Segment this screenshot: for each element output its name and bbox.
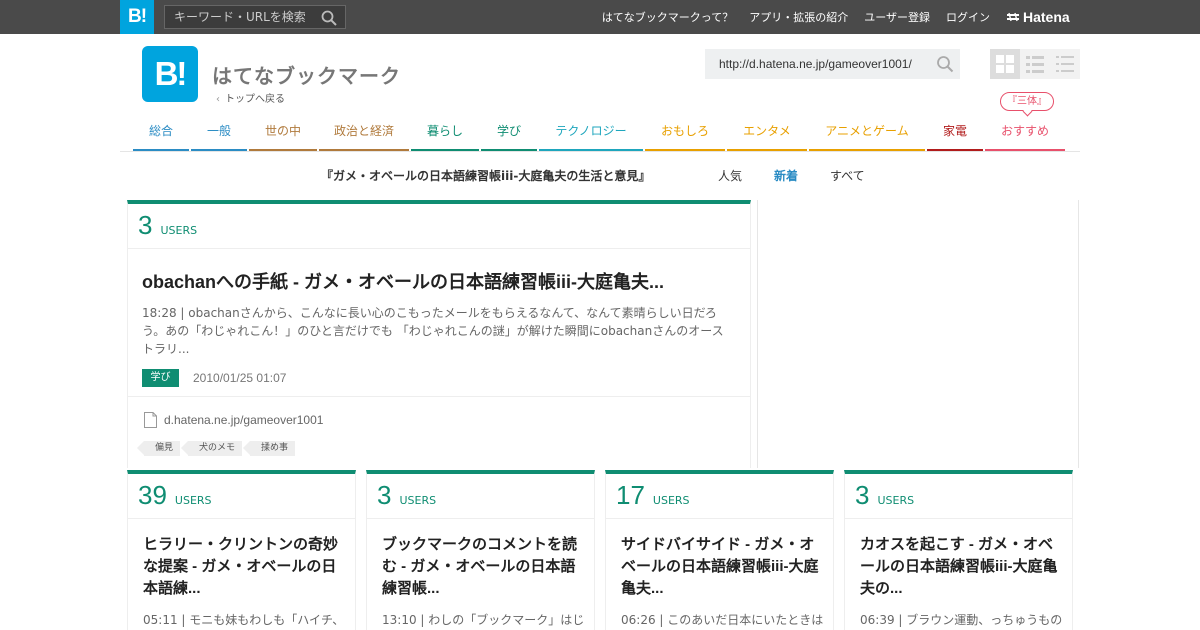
global-top-bar: B! はてなブックマークって？ アプリ・拡張の紹介 ユーザー登録 ログイン Ha… — [0, 0, 1200, 34]
category-tab-game[interactable]: アニメとゲーム — [809, 115, 925, 151]
entry-date: 2010/01/25 01:07 — [193, 371, 287, 385]
hatena-mark-icon — [1007, 12, 1019, 22]
tag[interactable]: 偏見 — [136, 441, 181, 456]
global-search-box[interactable] — [164, 5, 346, 29]
category-tab-entertainment[interactable]: エンタメ — [727, 115, 807, 151]
users-label: USERS — [652, 494, 690, 507]
about-link[interactable]: はてなブックマークって？ — [602, 9, 733, 25]
list-view-button[interactable] — [1020, 49, 1050, 79]
hatena-logo[interactable]: Hatena — [1006, 8, 1070, 26]
users-count[interactable]: 3 USERS — [138, 210, 197, 241]
users-count[interactable]: 17 USERS — [616, 480, 690, 511]
category-tab-world[interactable]: 世の中 — [249, 115, 317, 151]
grid-view-button[interactable] — [990, 49, 1020, 79]
grid-icon — [996, 55, 1014, 73]
brand-logo[interactable]: B! — [142, 46, 198, 102]
entry-description: 18:28 | obachanさんから、こんなに長い心のこもったメールをもらえる… — [142, 306, 724, 356]
category-tab-knowledge[interactable]: 学び — [481, 115, 537, 151]
users-label: USERS — [160, 224, 198, 237]
register-link[interactable]: ユーザー登録 — [864, 9, 930, 25]
side-panel — [757, 200, 1079, 468]
card-divider — [367, 518, 594, 519]
tab-new[interactable]: 新着 — [774, 167, 798, 184]
apps-link[interactable]: アプリ・拡張の紹介 — [749, 9, 848, 25]
users-number: 17 — [616, 480, 645, 510]
category-tab-social[interactable]: 一般 — [191, 115, 247, 151]
tab-popular[interactable]: 人気 — [718, 167, 742, 184]
url-search-box[interactable] — [705, 49, 960, 79]
users-number: 3 — [855, 480, 870, 510]
entry-title[interactable]: ヒラリー・クリントンの奇妙な提案 - ガメ・オベールの日本語練... — [143, 534, 348, 600]
tag-list: 偏見 犬のメモ 揉め事 — [136, 441, 303, 456]
users-number: 39 — [138, 480, 167, 510]
entry-card: 3 USERS カオスを起こす - ガメ・オベールの日本語練習帳iii-大庭亀夫… — [844, 470, 1073, 630]
url-input[interactable] — [705, 49, 920, 79]
entry-card-main: 3 USERS obachanへの手紙 - ガメ・オベールの日本語練習帳iii-… — [127, 200, 751, 468]
users-label: USERS — [399, 494, 437, 507]
tag[interactable]: 揉め事 — [243, 441, 296, 456]
entry-card: 39 USERS ヒラリー・クリントンの奇妙な提案 - ガメ・オベールの日本語練… — [127, 470, 356, 630]
compact-view-button[interactable] — [1050, 49, 1080, 79]
global-search-input[interactable] — [165, 6, 315, 28]
entry-description: 06:26 | このあいだ日本にいたときは — [621, 613, 824, 627]
global-links: はてなブックマークって？ アプリ・拡張の紹介 ユーザー登録 ログイン — [586, 0, 990, 34]
users-count[interactable]: 39 USERS — [138, 480, 212, 511]
category-divider — [120, 151, 1080, 152]
hatena-wordmark: Hatena — [1023, 9, 1070, 25]
category-tab-life[interactable]: 暮らし — [411, 115, 479, 151]
compact-list-icon — [1056, 56, 1074, 72]
entry-title[interactable]: サイドバイサイド - ガメ・オベールの日本語練習帳iii-大庭亀夫... — [621, 534, 826, 600]
document-icon — [144, 412, 157, 428]
card-divider — [128, 396, 750, 397]
entry-title[interactable]: ブックマークのコメントを読む - ガメ・オベールの日本語練習帳... — [382, 534, 587, 600]
category-nav: 総合 一般 世の中 政治と経済 暮らし 学び テクノロジー おもしろ エンタメ … — [133, 115, 1067, 151]
entry-title[interactable]: カオスを起こす - ガメ・オベールの日本語練習帳iii-大庭亀夫の... — [860, 534, 1065, 600]
users-number: 3 — [377, 480, 392, 510]
users-count[interactable]: 3 USERS — [855, 480, 914, 511]
category-tab-general[interactable]: 総合 — [133, 115, 189, 151]
search-icon[interactable] — [936, 55, 954, 73]
entry-description: 13:10 | わしの「ブックマーク」はじ — [382, 613, 585, 627]
users-number: 3 — [138, 210, 153, 240]
users-count[interactable]: 3 USERS — [377, 480, 436, 511]
category-tab-technology[interactable]: テクノロジー — [539, 115, 643, 151]
entry-title[interactable]: obachanへの手紙 - ガメ・オベールの日本語練習帳iii-大庭亀夫... — [142, 268, 664, 294]
entry-description: 05:11 | モニも妹もわしも「ハイチ、 — [143, 613, 345, 627]
tag[interactable]: 犬のメモ — [181, 441, 243, 456]
tab-all[interactable]: すべて — [830, 167, 865, 184]
entry-card: 3 USERS ブックマークのコメントを読む - ガメ・オベールの日本語練習帳.… — [366, 470, 595, 630]
entry-domain[interactable]: d.hatena.ne.jp/gameover1001 — [144, 412, 323, 428]
back-to-top-link[interactable]: ‹ トップへ戻る — [216, 90, 285, 105]
back-to-top-label: トップへ戻る — [225, 94, 285, 105]
category-tab-economics[interactable]: 政治と経済 — [319, 115, 409, 151]
brand-title[interactable]: はてなブックマーク — [212, 60, 401, 89]
category-tab-electronics[interactable]: 家電 — [927, 115, 983, 151]
users-label: USERS — [877, 494, 915, 507]
site-title: 『ガメ・オベールの日本語練習帳iii-大庭亀夫の生活と意見』 — [321, 169, 651, 183]
search-icon[interactable] — [321, 10, 337, 26]
login-link[interactable]: ログイン — [946, 9, 990, 25]
recommend-badge[interactable]: 『三体』 — [1000, 92, 1054, 111]
card-divider — [845, 518, 1072, 519]
card-divider — [128, 248, 750, 249]
entry-description: 06:39 | ブラウン運動、っちゅうもの — [860, 613, 1063, 627]
category-tab-fun[interactable]: おもしろ — [645, 115, 725, 151]
list-icon — [1026, 56, 1044, 73]
domain-text: d.hatena.ne.jp/gameover1001 — [164, 413, 324, 427]
chevron-left-icon: ‹ — [216, 94, 220, 105]
entry-card: 17 USERS サイドバイサイド - ガメ・オベールの日本語練習帳iii-大庭… — [605, 470, 834, 630]
category-tab-recommend[interactable]: おすすめ — [985, 115, 1065, 151]
hatena-bookmark-logo[interactable]: B! — [120, 0, 154, 34]
category-badge[interactable]: 学び — [142, 369, 179, 387]
card-divider — [606, 518, 833, 519]
users-label: USERS — [174, 494, 212, 507]
card-divider — [128, 518, 355, 519]
